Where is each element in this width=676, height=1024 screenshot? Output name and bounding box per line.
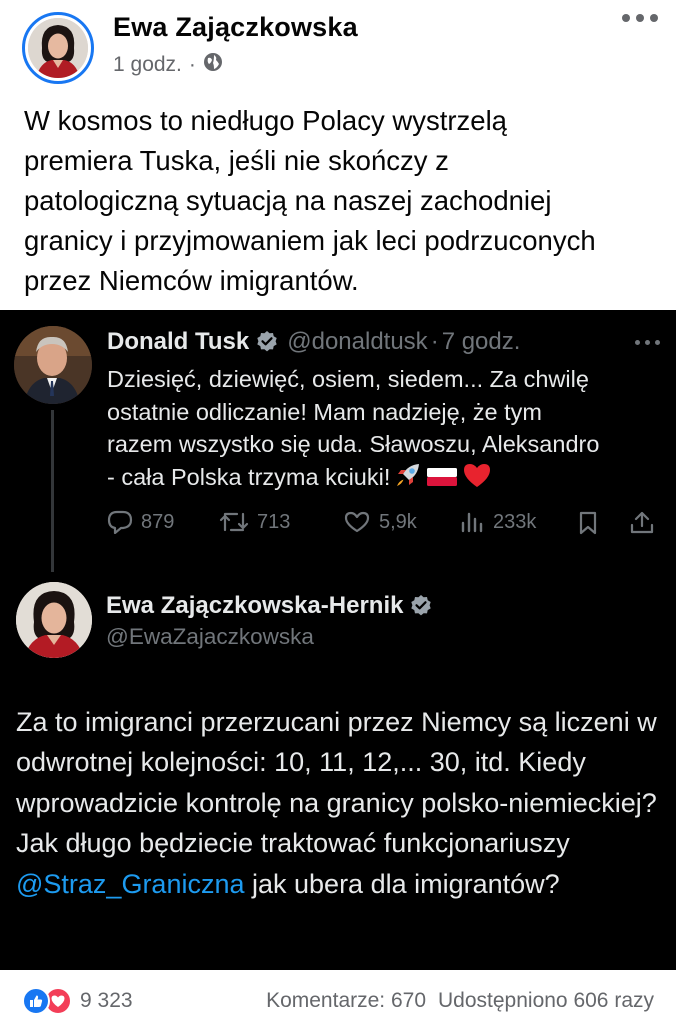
- reaction-count: 9 323: [80, 989, 133, 1012]
- author-name[interactable]: Ewa Zajączkowska: [113, 12, 358, 43]
- ewa-twitter-avatar: [16, 582, 92, 658]
- tweet2-text: Za to imigranci przerzucani przez Niemcy…: [16, 702, 666, 904]
- tweet2-body-start: Za to imigranci przerzucani przez Niemcy…: [16, 707, 657, 859]
- tweet2-body-end: jak ubera dla imigrantów?: [244, 868, 560, 899]
- shares-count[interactable]: Udostępniono 606 razy: [438, 989, 654, 1013]
- retweet-icon: [219, 510, 249, 534]
- reactions-summary[interactable]: 9 323: [22, 987, 133, 1015]
- verified-badge-icon: [409, 594, 433, 618]
- comments-count[interactable]: Komentarze: 670: [266, 989, 426, 1013]
- tweet1-body: Dziesięć, dziewięć, osiem, siedem... Za …: [107, 366, 600, 490]
- reply-icon: [107, 510, 133, 534]
- retweet-action[interactable]: 713: [219, 510, 290, 534]
- rocket-emoji: [394, 461, 422, 498]
- share-icon[interactable]: [629, 510, 655, 536]
- tusk-avatar: [14, 326, 92, 404]
- views-count: 233k: [493, 510, 537, 533]
- tweet1-handle[interactable]: @donaldtusk: [287, 328, 427, 356]
- post-stats: Komentarze: 670 Udostępniono 606 razy: [266, 989, 654, 1013]
- thread-connector-line: [51, 410, 54, 572]
- globe-icon: [203, 52, 223, 78]
- bookmark-icon[interactable]: [577, 510, 599, 536]
- tweet2-author: Ewa Zajączkowska-Hernik: [106, 592, 441, 620]
- like-reaction-icon: [22, 987, 50, 1015]
- like-action[interactable]: 5,9k: [343, 510, 417, 534]
- reply-action[interactable]: 879: [107, 510, 174, 534]
- verified-badge-icon: [255, 330, 279, 354]
- more-options-icon[interactable]: [622, 14, 658, 22]
- heart-icon: [343, 510, 371, 534]
- post-timestamp[interactable]: 1 godz.: [113, 53, 182, 77]
- retweet-count: 713: [257, 510, 291, 533]
- views-chart-icon: [459, 510, 485, 534]
- meta-separator: ·: [188, 53, 196, 76]
- tweet2-handle[interactable]: @EwaZajaczkowska: [106, 624, 314, 650]
- poland-flag-emoji: [426, 465, 458, 498]
- author-avatar[interactable]: [22, 12, 94, 84]
- tweet2-author-name[interactable]: Ewa Zajączkowska-Hernik: [106, 592, 403, 620]
- tweet1-author-name[interactable]: Donald Tusk: [107, 328, 249, 356]
- like-count: 5,9k: [379, 510, 417, 533]
- views-action[interactable]: 233k: [459, 510, 536, 534]
- embedded-screenshot: Donald Tusk @donaldtusk · 7 godz. Dziesi…: [0, 310, 676, 970]
- tweet1-time-separator: ·: [430, 328, 439, 355]
- tweet-more-icon[interactable]: [635, 340, 660, 345]
- tweet2-mention-link[interactable]: @Straz_Graniczna: [16, 869, 245, 899]
- tweet1-header: Donald Tusk @donaldtusk · 7 godz.: [107, 328, 520, 356]
- tweet1-time[interactable]: 7 godz.: [442, 328, 521, 356]
- tweet1-action-bar: 879 713 5,9k 233k: [107, 510, 663, 540]
- post-meta: 1 godz. ·: [113, 52, 223, 78]
- tweet1-text: Dziesięć, dziewięć, osiem, siedem... Za …: [107, 363, 663, 497]
- red-heart-emoji: [462, 461, 492, 498]
- reply-count: 879: [141, 510, 175, 533]
- post-footer: 9 323 Komentarze: 670 Udostępniono 606 r…: [0, 970, 676, 1024]
- post-text: W kosmos to niedługo Polacy wystrzelą pr…: [24, 105, 596, 296]
- post-header: Ewa Zajączkowska 1 godz. ·: [0, 0, 676, 95]
